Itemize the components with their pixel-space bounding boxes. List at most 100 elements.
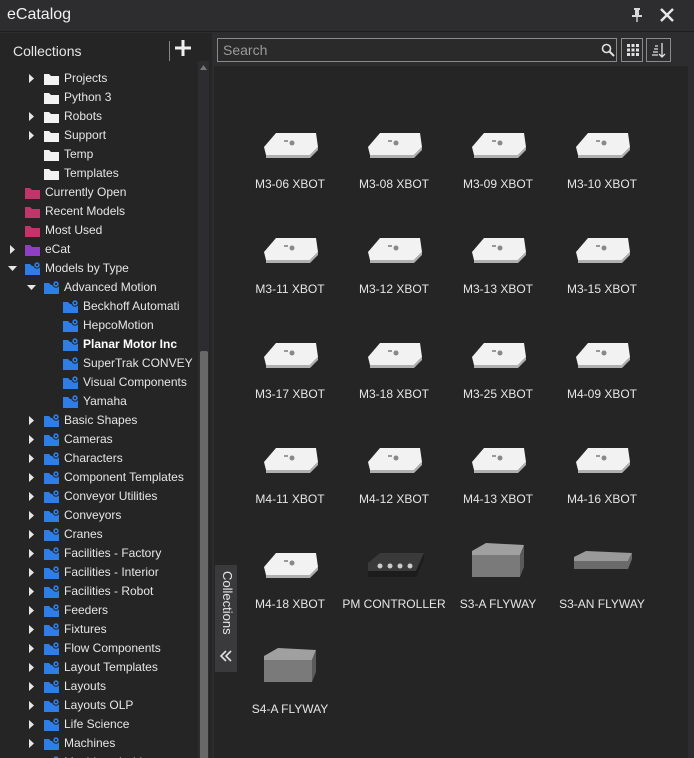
catalog-item-s3-an-flyway[interactable]: S3-AN FLYWAY <box>550 511 654 611</box>
catalog-item-m3-25-xbot[interactable]: M3-25 XBOT <box>446 301 550 401</box>
tree-item-beckhoff-automati[interactable]: Beckhoff Automati <box>0 297 196 316</box>
catalog-item-m4-18-xbot[interactable]: M4-18 XBOT <box>238 511 342 611</box>
tree-item-machines[interactable]: Machines <box>0 734 196 753</box>
chevron-right-icon[interactable] <box>27 473 36 482</box>
tree-item-life-science[interactable]: Life Science <box>0 715 196 734</box>
scroll-up-icon[interactable] <box>200 65 207 70</box>
catalog-item-s4-a-flyway[interactable]: S4-A FLYWAY <box>238 616 342 716</box>
chevron-right-icon[interactable] <box>27 435 36 444</box>
sort-button[interactable] <box>646 38 671 62</box>
tree-item-component-templates[interactable]: Component Templates <box>0 468 196 487</box>
tree-item-label: Planar Motor Inc <box>83 337 178 351</box>
tree-item-most-used[interactable]: Most Used <box>0 221 196 240</box>
catalog-item-m3-18-xbot[interactable]: M3-18 XBOT <box>342 301 446 401</box>
tree-item-templates[interactable]: Templates <box>0 164 196 183</box>
catalog-item-m4-16-xbot[interactable]: M4-16 XBOT <box>550 406 654 506</box>
close-icon[interactable] <box>658 6 676 24</box>
tree-item-currently-open[interactable]: Currently Open <box>0 183 196 202</box>
tree-item-ecat[interactable]: eCat <box>0 240 196 259</box>
grid-icon <box>627 44 639 56</box>
catalog-item-m3-09-xbot[interactable]: M3-09 XBOT <box>446 91 550 191</box>
chevron-right-icon[interactable] <box>27 663 36 672</box>
search-icon[interactable] <box>601 43 615 57</box>
chevron-right-icon[interactable] <box>27 739 36 748</box>
model-thumbnail <box>368 448 422 473</box>
collections-side-tab[interactable]: Collections <box>215 565 237 672</box>
add-collection-button[interactable] <box>174 39 192 57</box>
catalog-item-m3-12-xbot[interactable]: M3-12 XBOT <box>342 196 446 296</box>
tree-item-recent-models[interactable]: Recent Models <box>0 202 196 221</box>
catalog-item-s3-a-flyway[interactable]: S3-A FLYWAY <box>446 511 550 611</box>
tree-item-planar-motor-inc[interactable]: Planar Motor Inc <box>0 335 196 354</box>
tree-item-advanced-motion[interactable]: Advanced Motion <box>0 278 196 297</box>
tree-item-fixtures[interactable]: Fixtures <box>0 620 196 639</box>
chevron-right-icon[interactable] <box>27 644 36 653</box>
chevron-right-icon[interactable] <box>27 568 36 577</box>
tree-item-facilities-robot[interactable]: Facilities - Robot <box>0 582 196 601</box>
catalog-item-pm-controller[interactable]: PM CONTROLLER <box>342 511 446 611</box>
chevron-right-icon[interactable] <box>27 511 36 520</box>
catalog-item-m3-15-xbot[interactable]: M3-15 XBOT <box>550 196 654 296</box>
chevron-down-icon[interactable] <box>8 264 17 273</box>
tree-item-supertrak-convey[interactable]: SuperTrak CONVEY <box>0 354 196 373</box>
chevron-right-icon[interactable] <box>27 530 36 539</box>
catalog-item-m4-13-xbot[interactable]: M4-13 XBOT <box>446 406 550 506</box>
search-input[interactable] <box>223 41 593 59</box>
tree-item-cameras[interactable]: Cameras <box>0 430 196 449</box>
catalog-scrollbar[interactable] <box>688 33 694 758</box>
double-chevron-left-icon[interactable] <box>219 649 233 663</box>
tree-item-projects[interactable]: Projects <box>0 69 196 88</box>
folder-white-icon <box>44 74 59 85</box>
tree-item-conveyor-utilities[interactable]: Conveyor Utilities <box>0 487 196 506</box>
chevron-right-icon[interactable] <box>27 454 36 463</box>
catalog-item-m3-13-xbot[interactable]: M3-13 XBOT <box>446 196 550 296</box>
catalog-item-m4-12-xbot[interactable]: M4-12 XBOT <box>342 406 446 506</box>
tree-item-yamaha[interactable]: Yamaha <box>0 392 196 411</box>
tree-item-facilities-interior[interactable]: Facilities - Interior <box>0 563 196 582</box>
tree-item-facilities-factory[interactable]: Facilities - Factory <box>0 544 196 563</box>
chevron-right-icon[interactable] <box>27 74 36 83</box>
pin-icon[interactable] <box>628 6 646 24</box>
tree-item-layouts-olp[interactable]: Layouts OLP <box>0 696 196 715</box>
chevron-right-icon[interactable] <box>27 549 36 558</box>
tree-item-robots[interactable]: Robots <box>0 107 196 126</box>
chevron-right-icon[interactable] <box>27 682 36 691</box>
catalog-item-m3-08-xbot[interactable]: M3-08 XBOT <box>342 91 446 191</box>
tree-item-layout-templates[interactable]: Layout Templates <box>0 658 196 677</box>
tree-item-machines-in-line[interactable]: Machines In-Line <box>0 753 196 758</box>
tree-item-python-3[interactable]: Python 3 <box>0 88 196 107</box>
catalog-item-m3-11-xbot[interactable]: M3-11 XBOT <box>238 196 342 296</box>
tree-item-cranes[interactable]: Cranes <box>0 525 196 544</box>
search-box[interactable] <box>217 38 617 62</box>
chevron-right-icon[interactable] <box>27 587 36 596</box>
chevron-right-icon[interactable] <box>27 625 36 634</box>
tree-item-models-by-type[interactable]: Models by Type <box>0 259 196 278</box>
tree-item-visual-components[interactable]: Visual Components <box>0 373 196 392</box>
chevron-right-icon[interactable] <box>27 112 36 121</box>
chevron-right-icon[interactable] <box>27 606 36 615</box>
grid-view-button[interactable] <box>621 38 643 62</box>
chevron-right-icon[interactable] <box>27 492 36 501</box>
tree-scrollbar[interactable] <box>198 61 209 758</box>
chevron-right-icon[interactable] <box>8 245 17 254</box>
tree-item-hepcomotion[interactable]: HepcoMotion <box>0 316 196 335</box>
chevron-right-icon[interactable] <box>27 701 36 710</box>
tree-item-temp[interactable]: Temp <box>0 145 196 164</box>
tree-item-basic-shapes[interactable]: Basic Shapes <box>0 411 196 430</box>
tree-item-feeders[interactable]: Feeders <box>0 601 196 620</box>
catalog-item-m4-11-xbot[interactable]: M4-11 XBOT <box>238 406 342 506</box>
catalog-item-m3-10-xbot[interactable]: M3-10 XBOT <box>550 91 654 191</box>
chevron-right-icon[interactable] <box>27 720 36 729</box>
scrollbar-thumb[interactable] <box>200 351 208 758</box>
tree-item-layouts[interactable]: Layouts <box>0 677 196 696</box>
catalog-item-m4-09-xbot[interactable]: M4-09 XBOT <box>550 301 654 401</box>
chevron-right-icon[interactable] <box>27 131 36 140</box>
tree-item-flow-components[interactable]: Flow Components <box>0 639 196 658</box>
tree-item-conveyors[interactable]: Conveyors <box>0 506 196 525</box>
chevron-down-icon[interactable] <box>27 283 36 292</box>
catalog-item-m3-17-xbot[interactable]: M3-17 XBOT <box>238 301 342 401</box>
chevron-right-icon[interactable] <box>27 416 36 425</box>
catalog-item-m3-06-xbot[interactable]: M3-06 XBOT <box>238 91 342 191</box>
tree-item-support[interactable]: Support <box>0 126 196 145</box>
tree-item-characters[interactable]: Characters <box>0 449 196 468</box>
